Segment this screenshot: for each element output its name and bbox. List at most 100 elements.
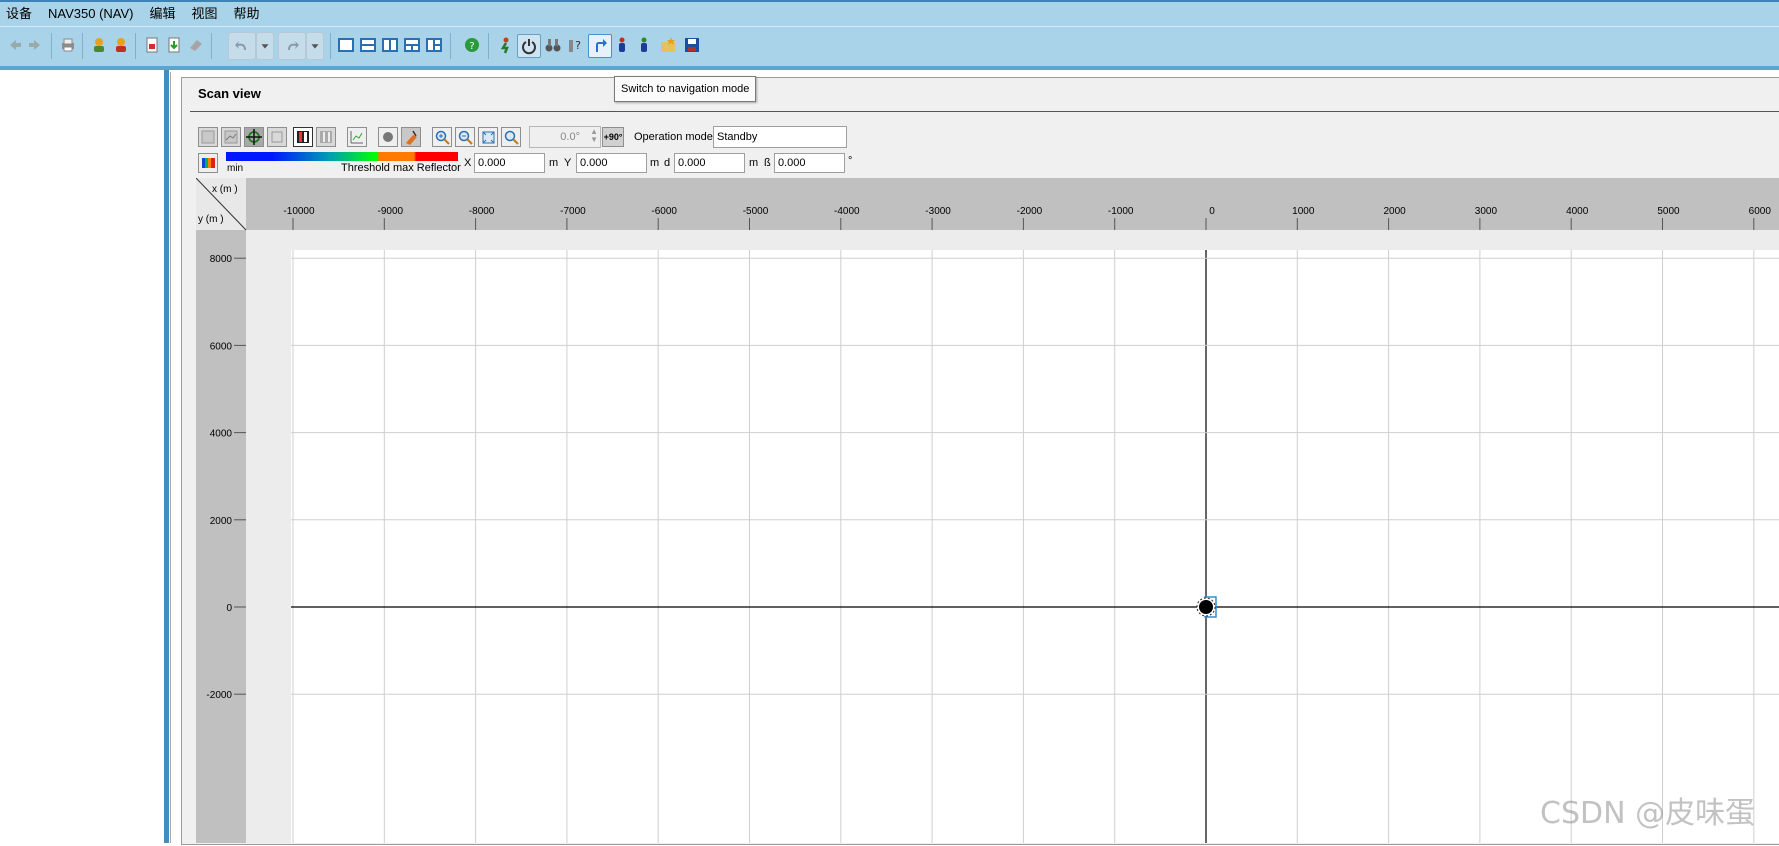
zoom-out-icon[interactable] bbox=[455, 127, 475, 147]
layout-alt-icon[interactable] bbox=[424, 35, 444, 55]
x-tick-label: -1000 bbox=[1108, 206, 1134, 217]
svg-text:?: ? bbox=[469, 41, 474, 52]
x-tick-label: 1000 bbox=[1292, 206, 1315, 217]
beta-label: ß bbox=[764, 157, 771, 169]
help-icon[interactable]: ? bbox=[462, 35, 482, 55]
disconnect-device-icon[interactable] bbox=[111, 35, 131, 55]
connect-device-icon[interactable] bbox=[89, 35, 109, 55]
colorbar-max-label: Threshold max Reflector bbox=[341, 162, 461, 174]
layout-single-icon[interactable] bbox=[336, 35, 356, 55]
toolbar-separator bbox=[135, 33, 136, 59]
run-icon[interactable] bbox=[496, 35, 516, 55]
undo-dropdown-icon[interactable] bbox=[256, 32, 274, 60]
y-tick-label: 8000 bbox=[210, 254, 233, 265]
scanner-position-icon bbox=[1199, 600, 1213, 614]
back-arrow-icon[interactable] bbox=[4, 35, 24, 55]
print-icon[interactable] bbox=[58, 35, 78, 55]
scan-lines-icon[interactable] bbox=[198, 127, 218, 147]
y-position-label: Y bbox=[564, 157, 572, 169]
menu-view[interactable]: 视图 bbox=[184, 2, 226, 26]
load-file-icon[interactable] bbox=[142, 35, 162, 55]
toolbar-separator bbox=[330, 33, 331, 59]
undo-icon[interactable] bbox=[228, 32, 256, 60]
x-tick-label: -8000 bbox=[469, 206, 495, 217]
forward-arrow-icon[interactable] bbox=[26, 35, 46, 55]
x-tick-label: 3000 bbox=[1475, 206, 1498, 217]
x-axis-title: x (m ) bbox=[212, 184, 238, 195]
y-position-field[interactable]: 0.000 bbox=[576, 153, 647, 173]
binoculars-icon[interactable] bbox=[543, 35, 563, 55]
navigation-mode-icon[interactable] bbox=[588, 34, 612, 58]
x-tick-label: 4000 bbox=[1566, 206, 1589, 217]
power-icon[interactable] bbox=[517, 34, 541, 58]
beta-field[interactable]: 0.000 bbox=[774, 153, 845, 173]
d-label: d bbox=[664, 157, 671, 169]
scan-plot-canvas[interactable]: x (m ) y (m ) -10000 -9000 -8000 -7000 -6000… bbox=[195, 167, 1779, 843]
navigation-mode-tooltip: Switch to navigation mode bbox=[614, 76, 757, 102]
reflector-tool-icon[interactable] bbox=[401, 127, 421, 147]
save-file-icon[interactable] bbox=[164, 35, 184, 55]
toolbar-separator bbox=[450, 33, 451, 59]
left-pane bbox=[0, 70, 169, 843]
watermark: CSDN @皮味蛋 bbox=[1540, 796, 1756, 831]
rotate-view-icon[interactable] bbox=[267, 127, 287, 147]
x-tick-label: -4000 bbox=[834, 206, 860, 217]
x-tick-label: -5000 bbox=[743, 206, 769, 217]
zoom-window-icon[interactable] bbox=[501, 127, 521, 147]
scan-plot[interactable]: x (m ) y (m ) -10000 -9000 -8000 -7000 -6000… bbox=[195, 167, 1779, 843]
layout-vertical-icon[interactable] bbox=[380, 35, 400, 55]
panel-title: Scan view bbox=[198, 86, 261, 101]
zoom-in-icon[interactable] bbox=[432, 127, 452, 147]
x-position-label: X bbox=[464, 157, 472, 169]
rotation-spinbox[interactable]: 0.0° ▲ ▼ bbox=[529, 126, 601, 148]
y-tick-label: 6000 bbox=[210, 341, 233, 352]
menu-device[interactable]: 设备 bbox=[0, 2, 40, 26]
crosshair-icon[interactable] bbox=[244, 127, 264, 147]
colorbar-min-label: min bbox=[227, 163, 244, 174]
x-tick-label: -3000 bbox=[925, 206, 951, 217]
menu-nav350[interactable]: NAV350 (NAV) bbox=[40, 2, 142, 26]
save-disk-icon[interactable] bbox=[682, 35, 702, 55]
toolbar-separator bbox=[211, 33, 212, 59]
layout-horizontal-icon[interactable] bbox=[358, 35, 378, 55]
split-view-icon[interactable] bbox=[316, 127, 336, 147]
y-tick-label: 2000 bbox=[210, 516, 233, 527]
menu-help[interactable]: 帮助 bbox=[226, 2, 268, 26]
reflectivity-colorbar bbox=[226, 152, 458, 161]
x-position-field[interactable]: 0.000 bbox=[474, 153, 545, 173]
color-scale-icon[interactable] bbox=[198, 153, 218, 173]
chart-zoom-icon[interactable] bbox=[347, 127, 367, 147]
figure-green-icon[interactable] bbox=[634, 35, 654, 55]
rotation-value: 0.0° bbox=[560, 131, 580, 143]
d-unit-label: m bbox=[749, 157, 759, 169]
plot-area bbox=[291, 250, 1779, 843]
title-divider bbox=[190, 111, 1779, 112]
rotate-90-button[interactable]: +90° bbox=[602, 127, 624, 147]
figure-blue-icon[interactable] bbox=[612, 35, 632, 55]
display-mode-icon[interactable] bbox=[293, 127, 313, 147]
y-tick-label: 4000 bbox=[210, 429, 233, 440]
x-tick-label: 0 bbox=[1209, 206, 1215, 217]
svg-text:?: ? bbox=[575, 39, 581, 52]
toolbar-border bbox=[0, 66, 1779, 70]
spin-arrows-icon[interactable]: ▲ ▼ bbox=[590, 128, 598, 144]
toolbar-separator bbox=[488, 33, 489, 59]
menu-edit[interactable]: 编辑 bbox=[142, 2, 184, 26]
x-tick-label: -6000 bbox=[651, 206, 677, 217]
erase-icon[interactable] bbox=[186, 35, 206, 55]
query-icon[interactable]: ? bbox=[565, 35, 585, 55]
folder-star-icon[interactable] bbox=[658, 35, 678, 55]
d-field[interactable]: 0.000 bbox=[674, 153, 745, 173]
fit-view-icon[interactable] bbox=[478, 127, 498, 147]
y-tick-label: -2000 bbox=[206, 690, 232, 701]
x-tick-label: -9000 bbox=[378, 206, 404, 217]
redo-dropdown-icon[interactable] bbox=[306, 32, 324, 60]
y-tick-label: 0 bbox=[226, 603, 232, 614]
menu-bar: 设备 NAV350 (NAV) 编辑 视图 帮助 bbox=[0, 2, 1779, 26]
layout-quad-icon[interactable] bbox=[402, 35, 422, 55]
scan-profile-icon[interactable] bbox=[221, 127, 241, 147]
main-toolbar: ? ? bbox=[0, 26, 1779, 67]
record-point-icon[interactable] bbox=[378, 127, 398, 147]
redo-icon[interactable] bbox=[278, 32, 306, 60]
y-unit-label: m bbox=[650, 157, 660, 169]
